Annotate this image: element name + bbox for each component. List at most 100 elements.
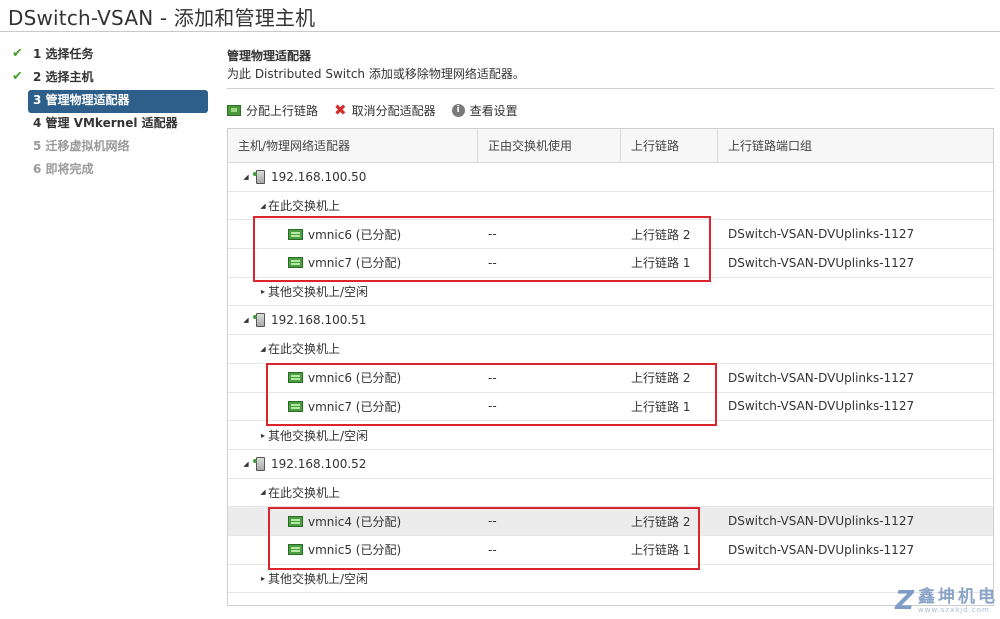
adapter-uplink: 上行链路 2 (631, 514, 691, 529)
adapter-uplink: 上行链路 2 (631, 227, 691, 242)
view-settings-label: 查看设置 (469, 103, 518, 118)
watermark-text: 鑫坤机电 (918, 587, 998, 607)
page-heading: 管理物理适配器 (227, 49, 312, 63)
grid-header: 主机/物理网络适配器 正由交换机使用 上行链路 上行链路端口组 (228, 129, 993, 163)
adapter-uplink: 上行链路 2 (631, 371, 691, 386)
column-header-in-use[interactable]: 正由交换机使用 (478, 129, 621, 163)
group-label: 其他交换机上/空闲 (268, 285, 369, 300)
host-name: 192.168.100.51 (271, 313, 367, 328)
toolbar: 分配上行链路 ✖ 取消分配适配器 i 查看设置 (227, 97, 994, 123)
adapter-in-use: -- (488, 542, 497, 557)
host-row[interactable]: ◢ 192.168.100.50 (228, 163, 993, 192)
adapter-row[interactable]: vmnic7 (已分配) -- 上行链路 1 DSwitch-VSAN-DVUp… (228, 249, 993, 278)
assign-uplink-icon (227, 104, 241, 116)
expand-triangle-icon[interactable]: ▸ (258, 287, 268, 296)
heading-divider (227, 88, 994, 89)
step-label: 6 即将完成 (33, 162, 94, 176)
unassign-adapter-button[interactable]: ✖ 取消分配适配器 (334, 102, 436, 119)
collapse-triangle-icon[interactable]: ◢ (241, 316, 251, 324)
adapter-name: vmnic7 (已分配) (308, 256, 402, 271)
host-icon (253, 169, 265, 184)
adapter-row[interactable]: vmnic5 (已分配) -- 上行链路 1 DSwitch-VSAN-DVUp… (228, 536, 993, 565)
adapter-row[interactable]: vmnic6 (已分配) -- 上行链路 2 DSwitch-VSAN-DVUp… (228, 220, 993, 250)
adapter-portgroup: DSwitch-VSAN-DVUplinks-1127 (728, 514, 915, 529)
host-row[interactable]: ◢ 192.168.100.51 (228, 306, 993, 336)
page-description: 为此 Distributed Switch 添加或移除物理网络适配器。 (227, 67, 525, 81)
group-label: 在此交换机上 (268, 485, 341, 500)
column-header-host-adapter[interactable]: 主机/物理网络适配器 (228, 129, 478, 163)
adapter-portgroup: DSwitch-VSAN-DVUplinks-1127 (728, 370, 915, 385)
group-row-other-switches[interactable]: ▸ 其他交换机上/空闲 (228, 278, 993, 307)
window-title: DSwitch-VSAN - 添加和管理主机 (8, 6, 316, 30)
collapse-triangle-icon[interactable]: ◢ (241, 173, 251, 181)
group-row-other-switches[interactable]: ▸ 其他交换机上/空闲 (228, 565, 993, 594)
adapters-grid: 主机/物理网络适配器 正由交换机使用 上行链路 上行链路端口组 ◢ 192.16… (227, 128, 994, 606)
adapter-portgroup: DSwitch-VSAN-DVUplinks-1127 (728, 255, 915, 270)
step-manage-physical-adapters[interactable]: 3 管理物理适配器 (28, 90, 208, 113)
main-panel: 管理物理适配器 为此 Distributed Switch 添加或移除物理网络适… (227, 44, 994, 123)
view-settings-button[interactable]: i 查看设置 (451, 102, 518, 119)
column-header-uplink[interactable]: 上行链路 (621, 129, 718, 163)
step-ready-to-complete: 6 即将完成 (12, 159, 212, 182)
assign-uplink-label: 分配上行链路 (246, 103, 319, 118)
watermark-url: www.szxkjd.com (918, 606, 990, 614)
adapter-in-use: -- (488, 370, 497, 385)
network-adapter-icon (288, 515, 303, 527)
group-row-this-switch[interactable]: ◢ 在此交换机上 (228, 335, 993, 364)
host-icon (253, 313, 265, 328)
step-select-task[interactable]: ✔ 1 选择任务 (12, 44, 212, 67)
network-adapter-icon (288, 228, 303, 240)
host-icon (253, 456, 265, 471)
adapter-in-use: -- (488, 227, 497, 242)
host-name: 192.168.100.50 (271, 169, 367, 184)
step-select-hosts[interactable]: ✔ 2 选择主机 (12, 67, 212, 90)
info-icon: i (451, 103, 465, 117)
step-migrate-vm-networking: 5 迁移虚拟机网络 (12, 136, 212, 159)
column-header-uplink-portgroup[interactable]: 上行链路端口组 (718, 129, 993, 163)
adapter-uplink: 上行链路 1 (631, 543, 691, 558)
close-icon: ✖ (334, 101, 347, 119)
host-row[interactable]: ◢ 192.168.100.52 (228, 450, 993, 479)
unassign-adapter-label: 取消分配适配器 (351, 103, 436, 118)
network-adapter-icon (288, 257, 303, 269)
collapse-triangle-icon[interactable]: ◢ (258, 345, 268, 353)
adapter-row[interactable]: vmnic4 (已分配) -- 上行链路 2 DSwitch-VSAN-DVUp… (228, 507, 993, 536)
group-row-this-switch[interactable]: ◢ 在此交换机上 (228, 479, 993, 508)
step-manage-vmkernel-adapters[interactable]: 4 管理 VMkernel 适配器 (12, 113, 212, 136)
collapse-triangle-icon[interactable]: ◢ (241, 460, 251, 468)
group-row-other-switches[interactable]: ▸ 其他交换机上/空闲 (228, 421, 993, 450)
collapse-triangle-icon[interactable]: ◢ (258, 488, 268, 496)
watermark: Z 鑫坤机电 www.szxkjd.com (895, 588, 998, 614)
group-label: 其他交换机上/空闲 (268, 428, 369, 443)
adapter-name: vmnic7 (已分配) (308, 399, 402, 414)
group-label: 其他交换机上/空闲 (268, 571, 369, 586)
adapter-row[interactable]: vmnic7 (已分配) -- 上行链路 1 DSwitch-VSAN-DVUp… (228, 393, 993, 422)
watermark-logo-icon: Z (895, 586, 914, 616)
step-label: 2 选择主机 (33, 70, 94, 84)
adapter-name: vmnic5 (已分配) (308, 543, 402, 558)
adapter-portgroup: DSwitch-VSAN-DVUplinks-1127 (728, 227, 915, 242)
adapter-in-use: -- (488, 399, 497, 414)
network-adapter-icon (288, 544, 303, 556)
group-row-this-switch[interactable]: ◢ 在此交换机上 (228, 192, 993, 221)
checkmark-icon: ✔ (12, 46, 23, 61)
adapter-portgroup: DSwitch-VSAN-DVUplinks-1127 (728, 542, 915, 557)
adapter-in-use: -- (488, 255, 497, 270)
adapter-name: vmnic6 (已分配) (308, 371, 402, 386)
title-divider (0, 31, 1000, 32)
adapter-uplink: 上行链路 1 (631, 399, 691, 414)
expand-triangle-icon[interactable]: ▸ (258, 431, 268, 440)
assign-uplink-button[interactable]: 分配上行链路 (227, 102, 318, 119)
adapter-uplink: 上行链路 1 (631, 256, 691, 271)
step-label: 1 选择任务 (33, 47, 94, 61)
adapter-name: vmnic4 (已分配) (308, 514, 402, 529)
adapter-in-use: -- (488, 514, 497, 529)
step-label: 4 管理 VMkernel 适配器 (33, 116, 178, 130)
adapter-name: vmnic6 (已分配) (308, 227, 402, 242)
adapter-row[interactable]: vmnic6 (已分配) -- 上行链路 2 DSwitch-VSAN-DVUp… (228, 364, 993, 393)
expand-triangle-icon[interactable]: ▸ (258, 574, 268, 583)
step-label: 3 管理物理适配器 (33, 93, 130, 107)
collapse-triangle-icon[interactable]: ◢ (258, 202, 268, 210)
group-label: 在此交换机上 (268, 342, 341, 357)
network-adapter-icon (288, 372, 303, 384)
